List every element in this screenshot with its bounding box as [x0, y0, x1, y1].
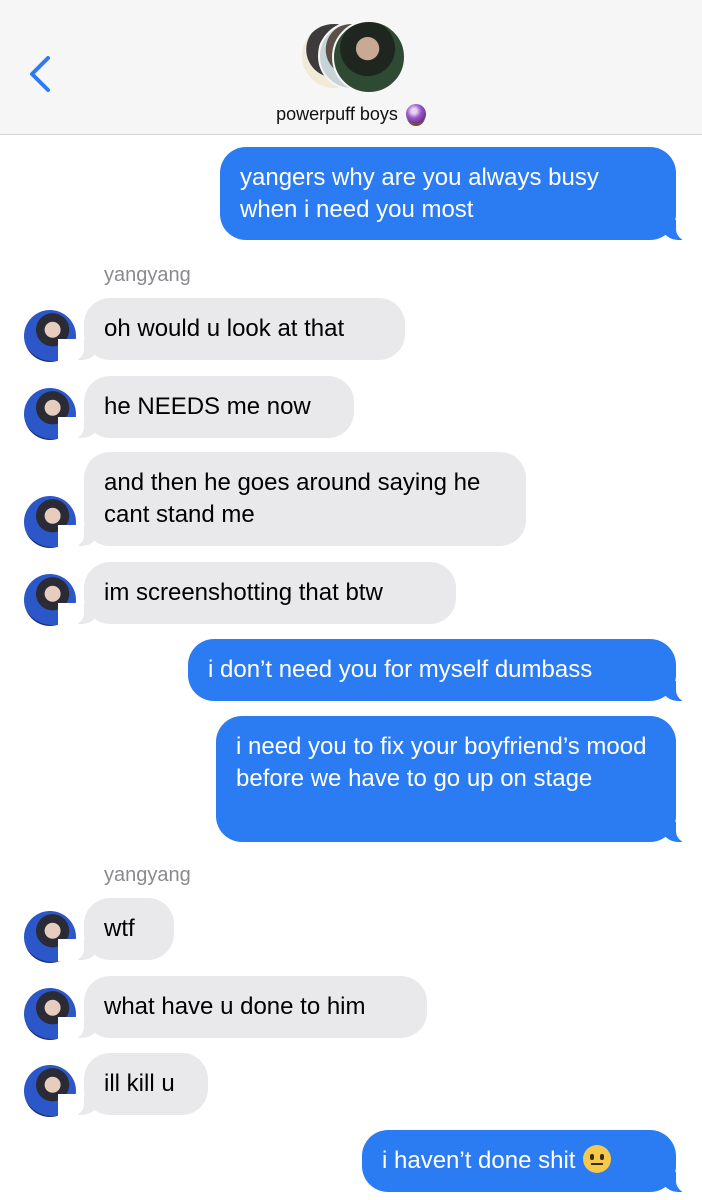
group-title[interactable]: powerpuff boys: [0, 103, 702, 125]
received-message[interactable]: he NEEDS me now: [58, 376, 354, 439]
received-message[interactable]: oh would u look at that: [58, 298, 405, 361]
message-text: ill kill u: [104, 1070, 175, 1097]
sent-message[interactable]: i don’t need you for myself dumbass: [188, 639, 702, 702]
received-message[interactable]: what have u done to him: [58, 976, 427, 1039]
message-text: he NEEDS me now: [104, 393, 311, 420]
message-text: yangers why are you always busy when i n…: [240, 164, 599, 223]
message-text: what have u done to him: [104, 993, 366, 1020]
sent-message[interactable]: i need you to fix your boyfriend’s mood …: [216, 716, 702, 843]
group-member-avatar: [332, 20, 406, 94]
sent-message[interactable]: yangers why are you always busy when i n…: [220, 147, 702, 241]
sent-message[interactable]: i haven’t done shit: [362, 1130, 702, 1193]
conversation-header: powerpuff boys: [0, 0, 702, 135]
chevron-left-icon[interactable]: [26, 54, 56, 94]
received-message[interactable]: and then he goes around saying he cant s…: [58, 452, 526, 547]
received-message[interactable]: ill kill u: [58, 1053, 208, 1116]
crystal-ball-emoji: [405, 104, 426, 125]
message-text: i need you to fix your boyfriend’s mood …: [236, 733, 647, 792]
sender-label: yangyang: [104, 864, 191, 886]
neutral-face-emoji: [583, 1145, 612, 1173]
group-avatar-stack[interactable]: [300, 20, 406, 94]
received-message[interactable]: im screenshotting that btw: [58, 562, 456, 625]
message-text: wtf: [104, 915, 135, 942]
message-text: i haven’t done shit: [382, 1147, 576, 1174]
message-text: i don’t need you for myself dumbass: [208, 656, 593, 683]
message-text: oh would u look at that: [104, 315, 345, 342]
message-text: and then he goes around saying he cant s…: [104, 469, 481, 528]
received-message[interactable]: wtf: [58, 898, 174, 961]
message-text: im screenshotting that btw: [104, 579, 383, 606]
sender-label: yangyang: [104, 264, 191, 286]
group-name-label: powerpuff boys: [276, 103, 398, 124]
